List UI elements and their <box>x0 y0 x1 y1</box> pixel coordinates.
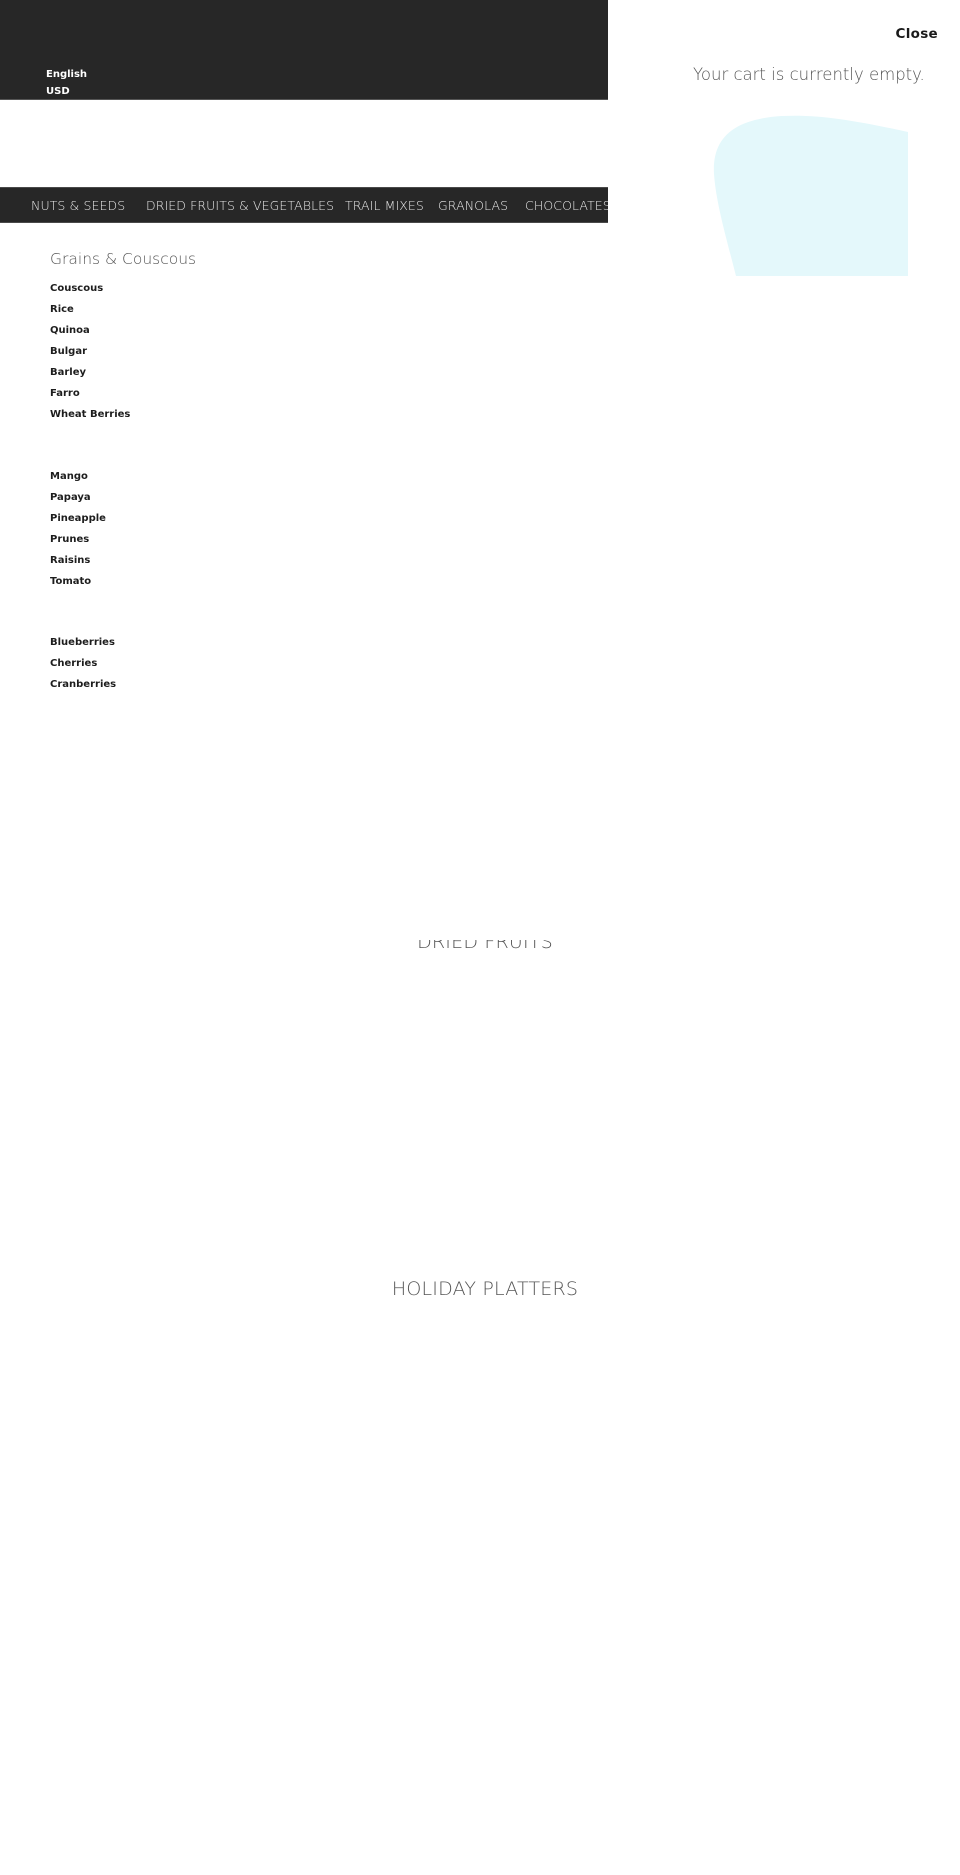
cart-drawer: Close Your cart is currently empty. <box>608 0 960 290</box>
decorative-blob-shape <box>713 115 908 276</box>
nav-item-granolas[interactable]: GRANOLAS <box>438 198 508 213</box>
menu-link-bulgar[interactable]: Bulgar <box>50 341 196 362</box>
menu-link-cranberries[interactable]: Cranberries <box>50 674 116 695</box>
menu-link-mango[interactable]: Mango <box>50 466 106 487</box>
top-bar: English USD <box>0 0 608 100</box>
menu-link-quinoa[interactable]: Quinoa <box>50 320 196 341</box>
menu-column-berries: Blueberries Cherries Cranberries <box>50 632 116 695</box>
menu-column-title[interactable]: Grains & Couscous <box>50 250 196 268</box>
nav-item-chocolates[interactable]: CHOCOLATES <box>525 198 611 213</box>
menu-link-pineapple[interactable]: Pineapple <box>50 508 106 529</box>
menu-link-prunes[interactable]: Prunes <box>50 529 106 550</box>
main-nav: NUTS & SEEDS DRIED FRUITS & VEGETABLES T… <box>0 187 611 223</box>
menu-link-raisins[interactable]: Raisins <box>50 550 106 571</box>
language-selector[interactable]: English <box>46 69 87 80</box>
menu-column-fruits: Mango Papaya Pineapple Prunes Raisins To… <box>50 466 106 592</box>
nav-item-trail-mixes[interactable]: TRAIL MIXES <box>345 198 424 213</box>
menu-link-wheat-berries[interactable]: Wheat Berries <box>50 404 196 425</box>
nav-item-nuts-seeds[interactable]: NUTS & SEEDS <box>31 198 125 213</box>
nav-item-dried-fruits-vegetables[interactable]: DRIED FRUITS & VEGETABLES <box>146 198 334 213</box>
currency-selector[interactable]: USD <box>46 86 70 97</box>
menu-link-papaya[interactable]: Papaya <box>50 487 106 508</box>
menu-link-farro[interactable]: Farro <box>50 383 196 404</box>
cart-close-button[interactable]: Close <box>895 26 938 42</box>
menu-column-grains: Grains & Couscous Couscous Rice Quinoa B… <box>50 250 196 425</box>
menu-link-tomato[interactable]: Tomato <box>50 571 106 592</box>
menu-link-barley[interactable]: Barley <box>50 362 196 383</box>
menu-link-couscous[interactable]: Couscous <box>50 278 196 299</box>
cart-empty-message: Your cart is currently empty. <box>693 65 925 84</box>
menu-link-blueberries[interactable]: Blueberries <box>50 632 116 653</box>
section-heading-holiday-platters: HOLIDAY PLATTERS <box>391 1278 579 1300</box>
menu-link-cherries[interactable]: Cherries <box>50 653 116 674</box>
menu-link-rice[interactable]: Rice <box>50 299 196 320</box>
